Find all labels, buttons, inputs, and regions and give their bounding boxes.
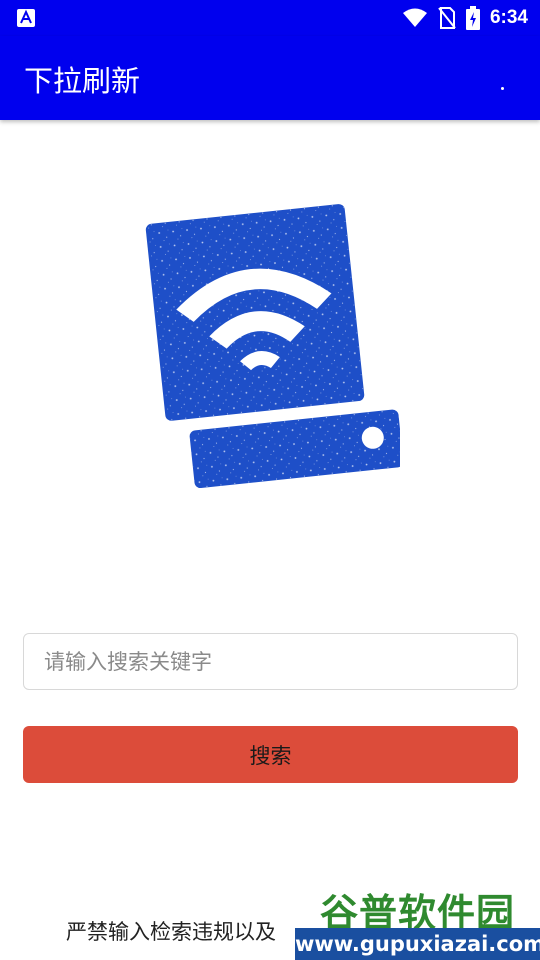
overflow-menu-icon[interactable] bbox=[490, 76, 514, 100]
status-time: 6:34 bbox=[489, 7, 528, 28]
app-toolbar: 下拉刷新 bbox=[0, 36, 540, 120]
search-button[interactable]: 搜索 bbox=[23, 726, 518, 783]
no-sim-icon bbox=[438, 7, 456, 29]
battery-charging-icon bbox=[465, 6, 480, 30]
status-bar: 6:34 bbox=[0, 0, 540, 36]
wifi-icon bbox=[402, 8, 427, 27]
status-icons: 6:34 bbox=[402, 6, 528, 30]
toolbar-title: 下拉刷新 bbox=[24, 64, 141, 98]
watermark-url: www.gupuxiazai.com bbox=[295, 928, 540, 960]
wifi-storage-logo-icon bbox=[145, 204, 400, 489]
search-input[interactable] bbox=[23, 633, 518, 690]
accessibility-a-icon bbox=[17, 9, 35, 27]
watermark: 谷普软件园 www.gupuxiazai.com bbox=[295, 874, 540, 960]
notice-text: 严禁输入检索违规以及 bbox=[66, 920, 276, 944]
